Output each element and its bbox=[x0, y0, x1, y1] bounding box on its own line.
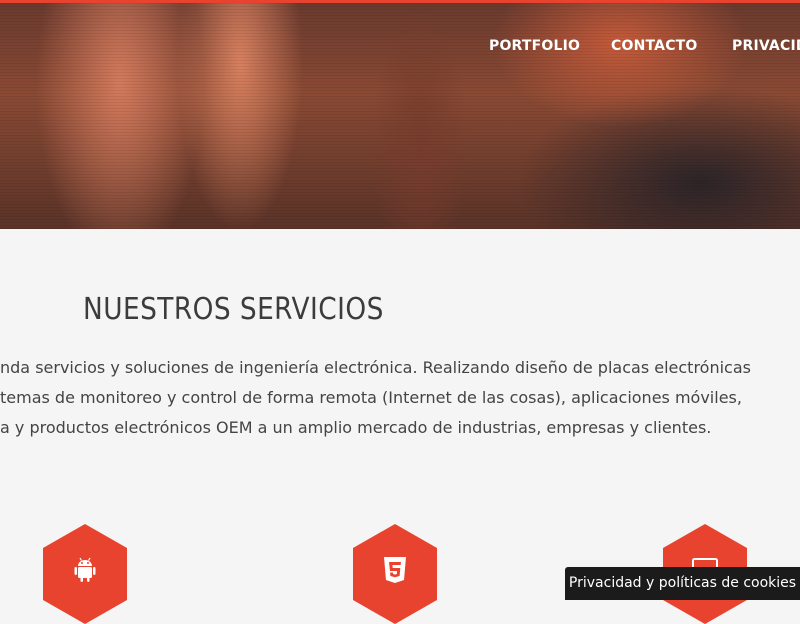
nav-item-portfolio[interactable]: PORTFOLIO bbox=[489, 38, 580, 54]
nav-item-contacto[interactable]: CONTACTO bbox=[611, 38, 698, 54]
description-line: nda servicios y soluciones de ingeniería… bbox=[0, 358, 751, 377]
description-line: temas de monitoreo y control de forma re… bbox=[0, 388, 742, 407]
cookie-policy-banner[interactable]: Privacidad y políticas de cookies bbox=[565, 567, 800, 600]
hero-banner-image bbox=[0, 3, 800, 229]
service-card-android[interactable] bbox=[43, 524, 127, 624]
services-heading: NUESTROS SERVICIOS bbox=[83, 292, 384, 327]
html5-icon bbox=[384, 557, 406, 583]
description-line: a y productos electrónicos OEM a un ampl… bbox=[0, 418, 712, 437]
services-description: nda servicios y soluciones de ingeniería… bbox=[0, 355, 800, 445]
main-navigation: PORTFOLIO CONTACTO PRIVACIDA bbox=[0, 38, 800, 62]
nav-item-privacidad[interactable]: PRIVACIDA bbox=[732, 38, 800, 54]
service-card-html5[interactable] bbox=[353, 524, 437, 624]
android-icon bbox=[74, 557, 96, 582]
